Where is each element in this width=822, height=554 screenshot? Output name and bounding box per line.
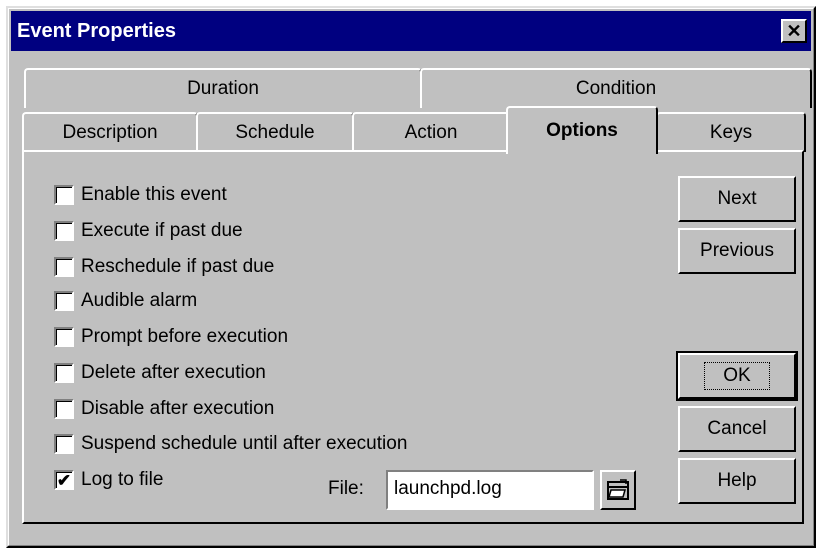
tab-keys[interactable]: Keys [656, 112, 806, 152]
checkbox-disable-after-execution[interactable]: Disable after execution [54, 396, 274, 422]
checkbox-execute-if-past-due[interactable]: Execute if past due [54, 218, 243, 244]
tab-condition[interactable]: Condition [420, 68, 812, 108]
checkbox-label: Suspend schedule until after execution [81, 433, 408, 454]
checkbox-box[interactable] [54, 291, 74, 311]
checkbox-log-to-file[interactable]: ✔ Log to file [54, 467, 163, 493]
checkbox-box[interactable] [54, 327, 74, 347]
checkbox-delete-after-execution[interactable]: Delete after execution [54, 360, 266, 386]
help-button[interactable]: Help [678, 458, 796, 504]
tab-options[interactable]: Options [506, 106, 658, 154]
checkbox-enable-this-event[interactable]: Enable this event [54, 182, 227, 208]
checkbox-box[interactable] [54, 257, 74, 277]
file-path-input[interactable]: launchpd.log [386, 470, 594, 510]
checkbox-label: Reschedule if past due [81, 256, 275, 277]
tab-action[interactable]: Action [352, 112, 510, 152]
checkbox-prompt-before-execution[interactable]: Prompt before execution [54, 324, 288, 350]
cancel-button[interactable]: Cancel [678, 406, 796, 452]
checkbox-box[interactable] [54, 363, 74, 383]
checkbox-label: Execute if past due [81, 220, 243, 241]
tab-description[interactable]: Description [22, 112, 198, 152]
tab-schedule[interactable]: Schedule [196, 112, 354, 152]
checkbox-label: Prompt before execution [81, 326, 289, 347]
open-folder-icon [607, 479, 629, 500]
ok-button[interactable]: OK [676, 351, 798, 401]
close-icon[interactable]: ✕ [781, 19, 807, 43]
checkbox-label: Audible alarm [81, 290, 198, 311]
file-label: File: [328, 478, 364, 499]
checkbox-box[interactable] [54, 399, 74, 419]
checkbox-audible-alarm[interactable]: Audible alarm [54, 288, 197, 314]
tab-duration[interactable]: Duration [24, 68, 422, 108]
checkbox-label: Enable this event [81, 184, 227, 205]
checkbox-box[interactable] [54, 434, 74, 454]
title-bar[interactable]: Event Properties ✕ [11, 11, 811, 51]
checkbox-box[interactable] [54, 185, 74, 205]
checkbox-box[interactable]: ✔ [54, 470, 74, 490]
window-title: Event Properties [17, 19, 176, 42]
ok-button-label: OK [704, 362, 770, 390]
checkbox-label: Disable after execution [81, 398, 275, 419]
checkbox-label: Delete after execution [81, 362, 266, 383]
checkbox-suspend-schedule[interactable]: Suspend schedule until after execution [54, 431, 407, 457]
checkbox-reschedule-if-past-due[interactable]: Reschedule if past due [54, 254, 274, 280]
next-button[interactable]: Next [678, 176, 796, 222]
browse-button[interactable] [600, 470, 636, 510]
previous-button[interactable]: Previous [678, 228, 796, 274]
checkbox-label: Log to file [81, 469, 164, 490]
checkbox-box[interactable] [54, 221, 74, 241]
